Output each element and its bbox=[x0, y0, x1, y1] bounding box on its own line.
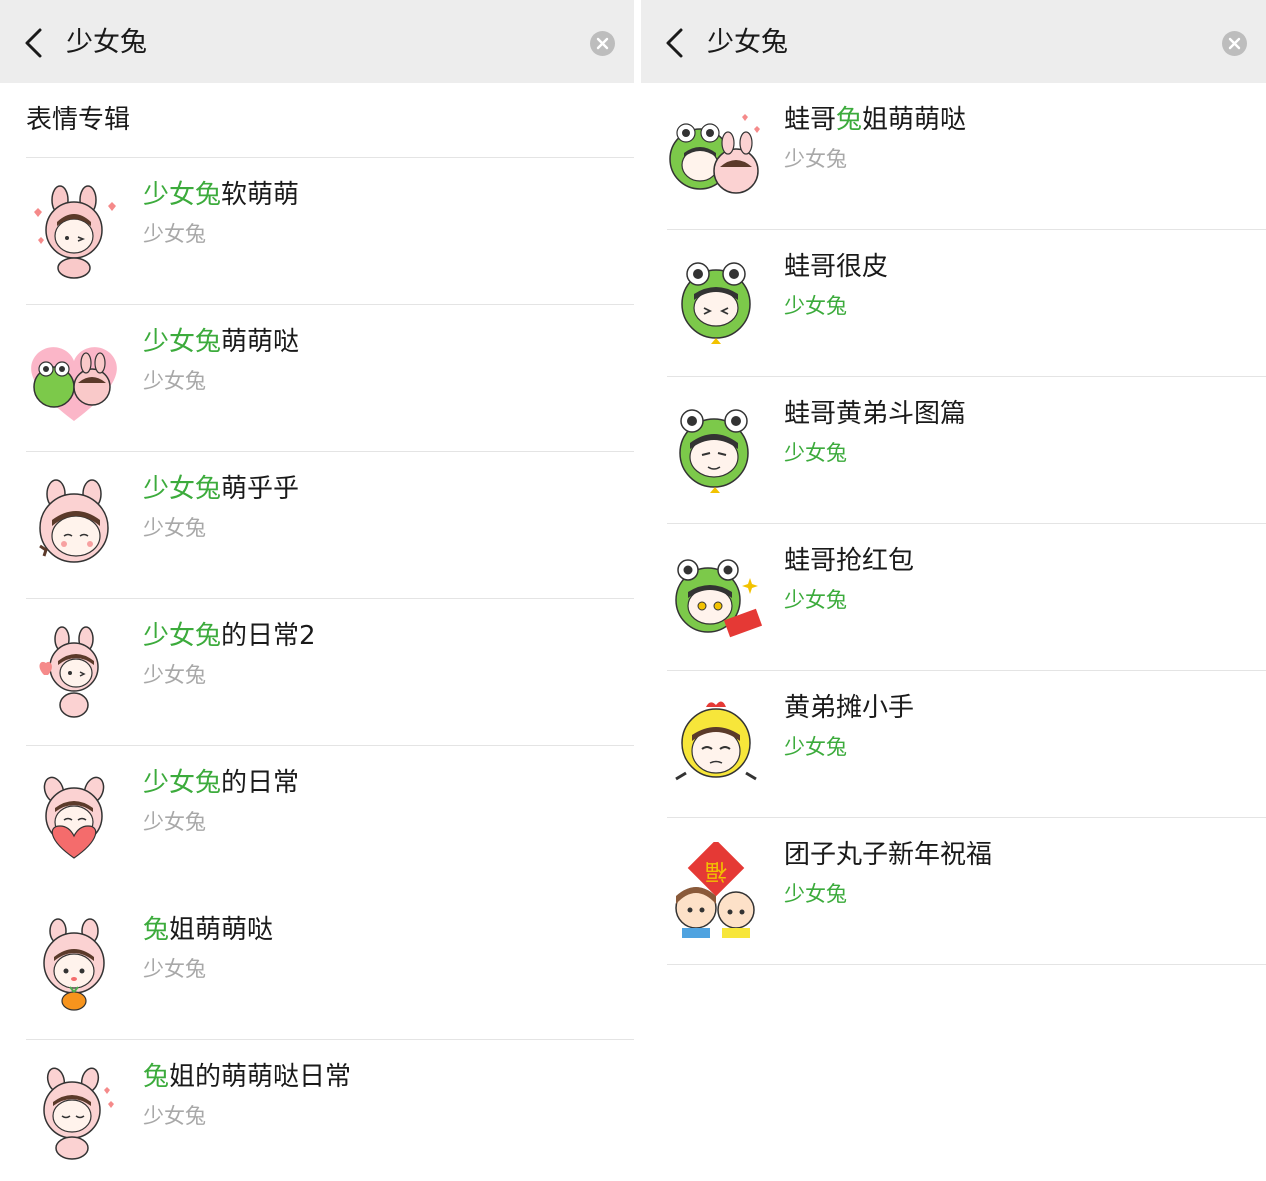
left-panel: 少女兔 表情专辑 少女兔软萌萌 少女兔 少女兔萌萌哒 少女兔 少女兔萌乎乎 少女… bbox=[0, 0, 634, 1181]
album-title: 少女兔萌乎乎 bbox=[143, 474, 300, 504]
sticker-thumbnail-icon bbox=[24, 182, 124, 282]
list-item[interactable]: 少女兔的日常2 少女兔 bbox=[0, 599, 634, 746]
list-item[interactable]: 蛙哥抢红包 少女兔 bbox=[641, 524, 1266, 671]
album-title: 少女兔萌萌哒 bbox=[143, 327, 300, 357]
sticker-thumbnail-icon bbox=[24, 329, 124, 429]
sticker-thumbnail-icon: 福 bbox=[666, 842, 766, 942]
album-author: 少女兔 bbox=[784, 735, 847, 759]
panel-gap bbox=[634, 0, 641, 1181]
album-author: 少女兔 bbox=[143, 369, 206, 393]
album-title: 少女兔软萌萌 bbox=[143, 180, 300, 210]
list-item[interactable]: 兔姐萌萌哒 少女兔 bbox=[0, 893, 634, 1040]
album-title: 兔姐的萌萌哒日常 bbox=[143, 1062, 352, 1092]
sticker-album-list: 蛙哥兔姐萌萌哒 少女兔 蛙哥很皮 少女兔 蛙哥黄弟斗图篇 少女兔 蛙哥抢红包 少… bbox=[641, 83, 1266, 965]
sticker-thumbnail-icon bbox=[666, 548, 766, 648]
album-author: 少女兔 bbox=[784, 147, 847, 171]
album-author: 少女兔 bbox=[143, 222, 206, 246]
album-author: 少女兔 bbox=[784, 294, 847, 318]
album-title: 蛙哥兔姐萌萌哒 bbox=[784, 105, 967, 135]
album-author: 少女兔 bbox=[143, 1104, 206, 1128]
album-title: 蛙哥很皮 bbox=[784, 252, 889, 282]
back-chevron-icon[interactable] bbox=[661, 26, 689, 60]
sticker-album-list: 少女兔软萌萌 少女兔 少女兔萌萌哒 少女兔 少女兔萌乎乎 少女兔 少女兔的日常2… bbox=[0, 158, 634, 1181]
search-input[interactable]: 少女兔 bbox=[707, 26, 788, 60]
album-author: 少女兔 bbox=[784, 588, 847, 612]
clear-icon[interactable] bbox=[590, 31, 615, 56]
album-title: 兔姐萌萌哒 bbox=[143, 915, 274, 945]
right-panel: 少女兔 蛙哥兔姐萌萌哒 少女兔 蛙哥很皮 少女兔 蛙哥黄弟斗图篇 少女兔 蛙哥抢… bbox=[641, 0, 1266, 1181]
list-item[interactable]: 蛙哥黄弟斗图篇 少女兔 bbox=[641, 377, 1266, 524]
divider bbox=[667, 964, 1266, 965]
section-title: 表情专辑 bbox=[26, 105, 131, 135]
album-author: 少女兔 bbox=[143, 957, 206, 981]
album-author: 少女兔 bbox=[784, 882, 847, 906]
album-title: 团子丸子新年祝福 bbox=[784, 840, 993, 870]
album-title: 蛙哥黄弟斗图篇 bbox=[784, 399, 967, 429]
album-title: 少女兔的日常2 bbox=[143, 621, 316, 651]
search-bar: 少女兔 bbox=[641, 0, 1266, 83]
album-author: 少女兔 bbox=[143, 516, 206, 540]
svg-text:福: 福 bbox=[705, 858, 727, 883]
album-title: 蛙哥抢红包 bbox=[784, 546, 915, 576]
list-item[interactable]: 少女兔的日常 少女兔 bbox=[0, 746, 634, 893]
sticker-thumbnail-icon bbox=[666, 254, 766, 354]
back-chevron-icon[interactable] bbox=[20, 26, 48, 60]
album-title: 少女兔的日常 bbox=[143, 768, 300, 798]
screen: 少女兔 表情专辑 少女兔软萌萌 少女兔 少女兔萌萌哒 少女兔 少女兔萌乎乎 少女… bbox=[0, 0, 1266, 1181]
list-item[interactable]: 黄弟摊小手 少女兔 bbox=[641, 671, 1266, 818]
sticker-thumbnail-icon bbox=[24, 770, 124, 870]
list-item[interactable]: 兔姐的萌萌哒日常 少女兔 bbox=[0, 1040, 634, 1181]
album-author: 少女兔 bbox=[143, 810, 206, 834]
sticker-thumbnail-icon bbox=[24, 917, 124, 1017]
list-item[interactable]: 少女兔萌乎乎 少女兔 bbox=[0, 452, 634, 599]
album-author: 少女兔 bbox=[143, 663, 206, 687]
sticker-thumbnail-icon bbox=[24, 476, 124, 576]
sticker-thumbnail-icon bbox=[24, 1064, 124, 1164]
sticker-thumbnail-icon bbox=[24, 623, 124, 723]
list-item[interactable]: 少女兔软萌萌 少女兔 bbox=[0, 158, 634, 305]
list-item[interactable]: 蛙哥很皮 少女兔 bbox=[641, 230, 1266, 377]
sticker-thumbnail-icon bbox=[666, 401, 766, 501]
search-input[interactable]: 少女兔 bbox=[66, 26, 147, 60]
list-item[interactable]: 福 团子丸子新年祝福 少女兔 bbox=[641, 818, 1266, 965]
list-item[interactable]: 少女兔萌萌哒 少女兔 bbox=[0, 305, 634, 452]
list-item[interactable]: 蛙哥兔姐萌萌哒 少女兔 bbox=[641, 83, 1266, 230]
clear-icon[interactable] bbox=[1222, 31, 1247, 56]
sticker-thumbnail-icon bbox=[666, 695, 766, 795]
album-title: 黄弟摊小手 bbox=[784, 693, 915, 723]
album-author: 少女兔 bbox=[784, 441, 847, 465]
sticker-thumbnail-icon bbox=[666, 107, 766, 207]
search-bar: 少女兔 bbox=[0, 0, 634, 83]
